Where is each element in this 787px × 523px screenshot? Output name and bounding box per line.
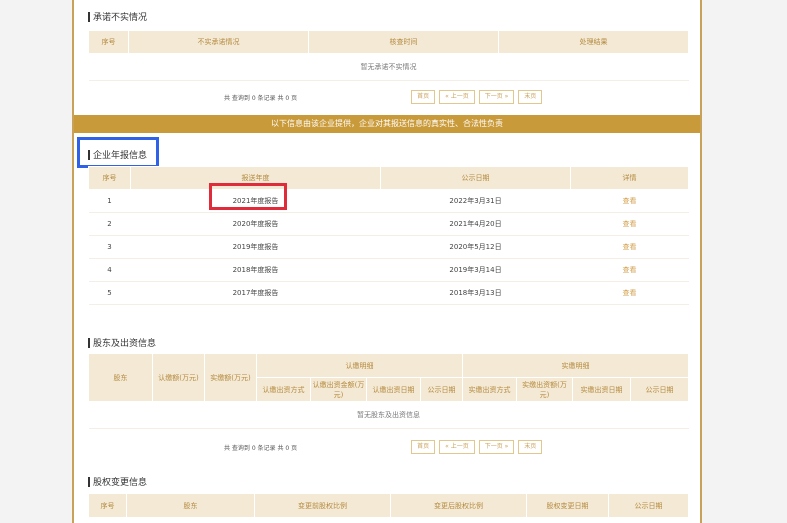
view-detail-link[interactable]: 查看: [570, 189, 689, 213]
table-header: 变更后股权比例: [390, 493, 527, 518]
pager-pledge: 共 查询到 0 条记录 共 0 页 首页 « 上一页 下一页 » 末页: [224, 90, 543, 104]
publish-date: 2018年3月13日: [380, 281, 571, 305]
prev-page-button[interactable]: « 上一页: [439, 440, 475, 454]
pager-summary: 共 查询到 0 条记录 共 0 页: [224, 444, 298, 452]
table-header: 实缴额(万元): [204, 353, 257, 402]
view-detail-link[interactable]: 查看: [570, 235, 689, 259]
highlight-box-2021-report: [209, 183, 287, 210]
publish-date: 2020年5月12日: [380, 235, 571, 259]
row-number: 5: [88, 281, 131, 305]
empty-message: 暂无股东及出资信息: [88, 401, 689, 429]
table-header: 不实承诺情况: [128, 30, 309, 54]
next-page-button[interactable]: 下一页 »: [478, 440, 515, 454]
shareholder-table: 股东 认缴额(万元) 实缴额(万元) 认缴明细 实缴明细 认缴出资方式 认缴出资…: [88, 353, 689, 429]
title-bar-icon: [88, 11, 90, 22]
publish-date: 2021年4月20日: [380, 212, 571, 236]
view-detail-link[interactable]: 查看: [570, 258, 689, 282]
table-header: 认缴明细: [256, 353, 463, 378]
section-title-shareholders: 股东及出资信息: [88, 336, 156, 349]
table-header: 实缴出资日期: [572, 377, 631, 402]
section-title-pledge: 承诺不实情况: [88, 10, 147, 23]
table-header: 认缴出资日期: [366, 377, 421, 402]
table-header: 变更前股权比例: [254, 493, 391, 518]
table-header: 公示日期: [630, 377, 689, 402]
page-frame: 承诺不实情况 序号 不实承诺情况 核查时间 处理结果 暂无承诺不实情况 共 查询…: [72, 0, 702, 523]
shareholders-title: 股东及出资信息: [93, 339, 157, 349]
pledge-table: 序号 不实承诺情况 核查时间 处理结果 暂无承诺不实情况: [88, 30, 689, 81]
empty-message: 暂无承诺不实情况: [88, 53, 689, 81]
row-number: 2: [88, 212, 131, 236]
table-header: 公示日期: [420, 377, 463, 402]
table-row: 4 2018年度报告 2019年3月14日 查看: [88, 258, 689, 282]
table-header: 实缴出资额(万元): [516, 377, 573, 402]
table-header: 股东: [88, 353, 153, 402]
pledge-title: 承诺不实情况: [93, 13, 148, 23]
table-row: 1 2021年度报告 2022年3月31日 查看: [88, 189, 689, 213]
row-number: 1: [88, 189, 131, 213]
table-header: 序号: [88, 166, 131, 190]
table-header: 认缴出资金额(万元): [310, 377, 367, 402]
table-header: 股权变更日期: [526, 493, 609, 518]
row-number: 3: [88, 235, 131, 259]
title-bar-icon: [88, 337, 90, 348]
pager-shareholders: 共 查询到 0 条记录 共 0 页 首页 « 上一页 下一页 » 末页: [224, 440, 543, 454]
table-header: 认缴额(万元): [152, 353, 205, 402]
title-bar-icon: [88, 476, 90, 487]
first-page-button[interactable]: 首页: [411, 440, 436, 454]
pager-summary: 共 查询到 0 条记录 共 0 页: [224, 94, 298, 102]
table-row: 2 2020年度报告 2021年4月20日 查看: [88, 212, 689, 236]
table-header: 认缴出资方式: [256, 377, 311, 402]
table-header: 处理结果: [498, 30, 689, 54]
prev-page-button[interactable]: « 上一页: [439, 90, 475, 104]
last-page-button[interactable]: 末页: [518, 440, 543, 454]
table-row: 5 2017年度报告 2018年3月13日 查看: [88, 281, 689, 305]
table-header: 实缴明细: [462, 353, 689, 378]
last-page-button[interactable]: 末页: [518, 90, 543, 104]
view-detail-link[interactable]: 查看: [570, 281, 689, 305]
table-header: 公示日期: [608, 493, 689, 518]
section-title-equity: 股权变更信息: [88, 475, 147, 488]
highlight-box-annual-title: [77, 137, 159, 168]
report-year: 2019年度报告: [130, 235, 381, 259]
equity-change-table: 序号 股东 变更前股权比例 变更后股权比例 股权变更日期 公示日期: [88, 493, 689, 518]
view-detail-link[interactable]: 查看: [570, 212, 689, 236]
report-year: 2020年度报告: [130, 212, 381, 236]
table-header: 实缴出资方式: [462, 377, 517, 402]
table-header: 股东: [126, 493, 255, 518]
report-year: 2017年度报告: [130, 281, 381, 305]
row-number: 4: [88, 258, 131, 282]
equity-title: 股权变更信息: [93, 478, 148, 488]
next-page-button[interactable]: 下一页 »: [478, 90, 515, 104]
table-header: 公示日期: [380, 166, 571, 190]
table-header: 序号: [88, 493, 127, 518]
publish-date: 2019年3月14日: [380, 258, 571, 282]
table-header: 序号: [88, 30, 129, 54]
publish-date: 2022年3月31日: [380, 189, 571, 213]
table-header: 核查时间: [308, 30, 499, 54]
annual-report-table: 序号 报送年度 公示日期 详情 1 2021年度报告 2022年3月31日 查看…: [88, 166, 689, 305]
report-year: 2018年度报告: [130, 258, 381, 282]
table-row: 3 2019年度报告 2020年5月12日 查看: [88, 235, 689, 259]
disclaimer-banner: 以下信息由该企业提供，企业对其报送信息的真实性、合法性负责: [74, 115, 700, 133]
table-header: 详情: [570, 166, 689, 190]
first-page-button[interactable]: 首页: [411, 90, 436, 104]
